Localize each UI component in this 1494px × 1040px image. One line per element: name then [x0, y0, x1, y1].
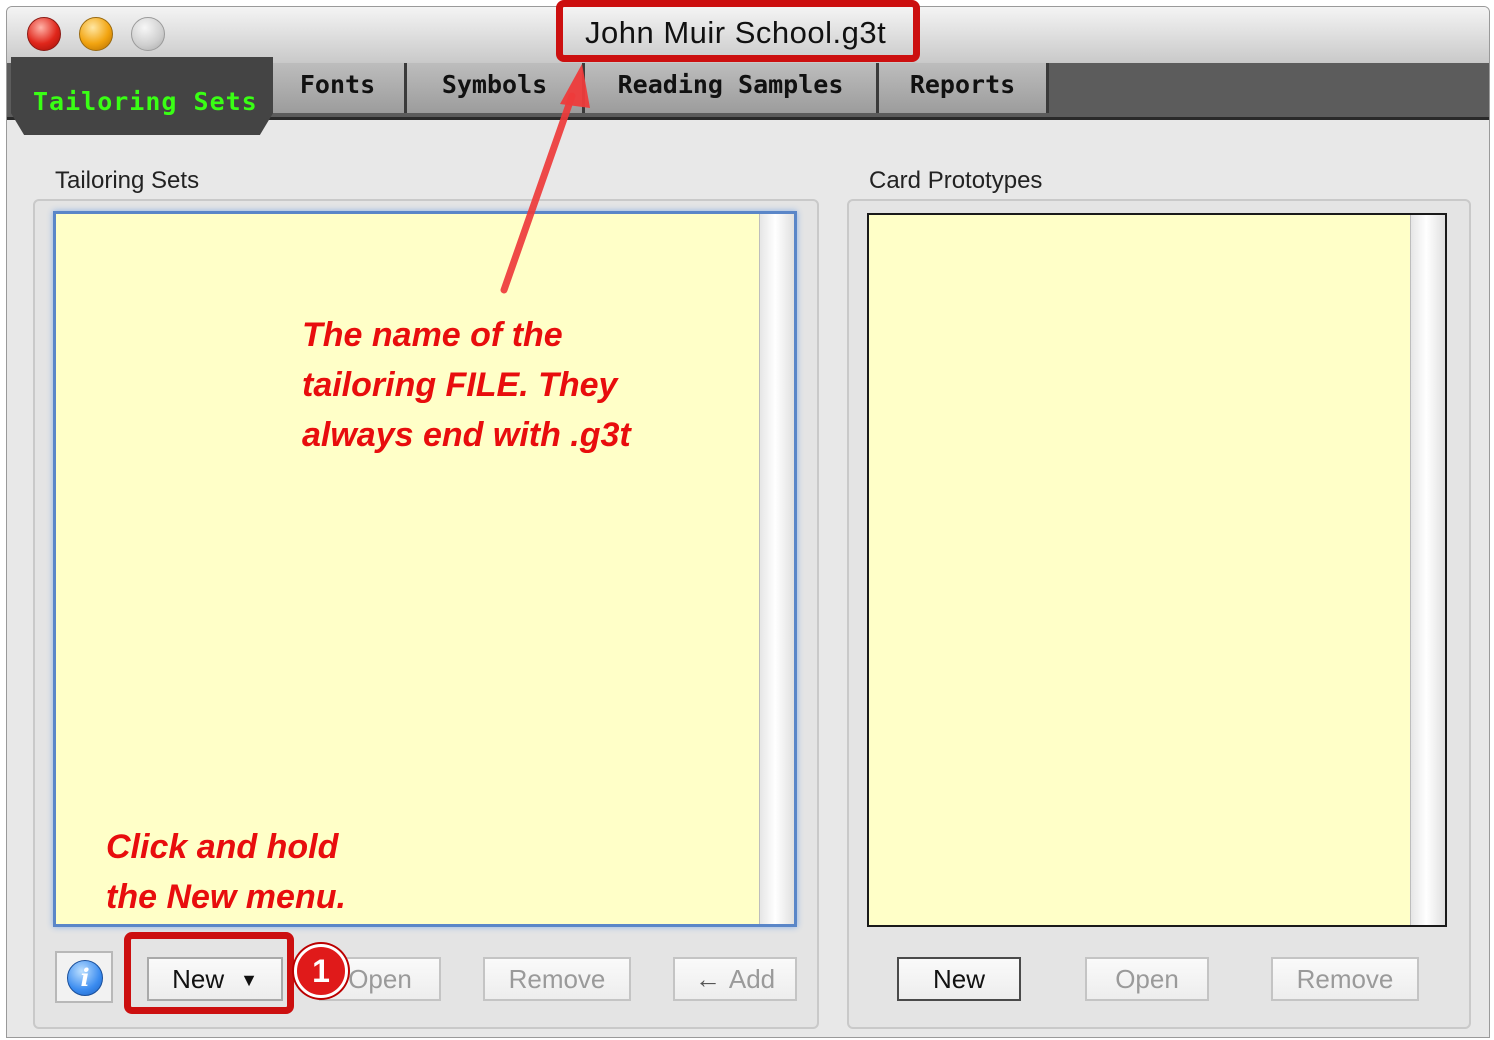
filename-note: The name of the tailoring FILE. They alw… [302, 310, 631, 460]
filename-note-line-2: tailoring FILE. They [302, 366, 618, 404]
filename-note-line-3: always end with .g3t [302, 416, 631, 454]
step-badge: 1 [294, 944, 348, 998]
new-menu-note: Click and hold the New menu. [106, 822, 346, 922]
new-menu-note-line-1: Click and hold [106, 828, 339, 866]
new-button-highlight-box [124, 932, 294, 1014]
filename-note-line-1: The name of the [302, 316, 563, 354]
new-menu-note-line-2: the New menu. [106, 878, 346, 916]
